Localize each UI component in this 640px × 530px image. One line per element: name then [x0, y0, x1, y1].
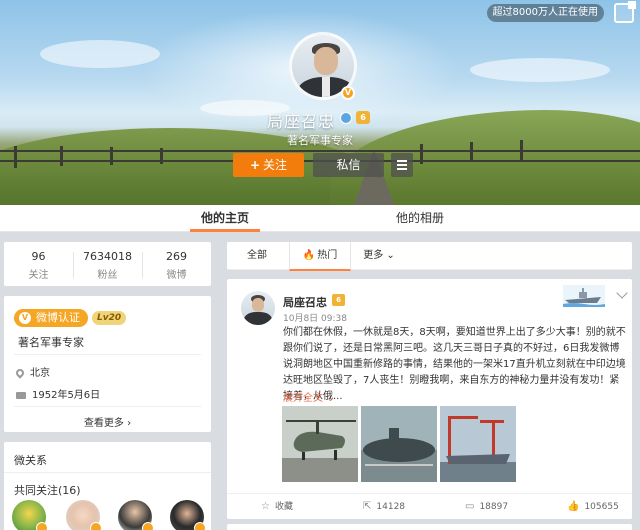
repost-button[interactable]: ⇱ 14128: [363, 494, 405, 520]
chevron-down-icon: ⌄: [386, 250, 395, 261]
message-button[interactable]: 私信: [313, 153, 384, 177]
repost-icon: ⇱: [363, 501, 372, 512]
cover-cloud: [40, 40, 160, 68]
post-timestamp[interactable]: 10月8日 09:38: [283, 311, 347, 324]
cover-fence-post: [110, 147, 113, 165]
next-post-card: [227, 524, 632, 530]
tab-album[interactable]: 他的相册: [385, 205, 455, 232]
post-image-helicopter[interactable]: [282, 406, 358, 482]
follow-button[interactable]: + 关注: [233, 153, 304, 177]
verified-v-icon: [90, 522, 102, 530]
profile-description: 著名军事专家: [287, 134, 353, 147]
cover-fence-post: [60, 146, 63, 166]
post-actions-bar: ☆ 收藏 ⇱ 14128 ▭ 18897 👍 105655: [227, 493, 632, 519]
feed-tabs: 全部 🔥 热门 更多 ⌄: [227, 242, 632, 271]
birthday-cake-icon: [16, 392, 26, 399]
feed-tab-hot[interactable]: 🔥 热门: [289, 242, 351, 271]
verified-title: 著名军事专家: [18, 336, 84, 349]
feed-tab-more[interactable]: 更多 ⌄: [359, 242, 399, 270]
verified-v-icon: [36, 522, 48, 530]
mutual-following-title[interactable]: 共同关注(16): [14, 482, 81, 498]
post-card: 局座召忠 6 10月8日 09:38 你们都在休假，一休就是8天，8天啊，要知道…: [227, 279, 632, 519]
tab-home[interactable]: 他的主页: [190, 205, 260, 232]
post-author-avatar[interactable]: [241, 291, 275, 325]
cover-fence-post: [160, 148, 163, 164]
post-author-name[interactable]: 局座召忠: [283, 294, 327, 310]
level-badge[interactable]: Lv20: [92, 311, 127, 325]
plus-icon: +: [249, 158, 261, 172]
info-card: 微博认证 Lv20 著名军事专家 北京 1952年5月6日 查看更多 ›: [4, 296, 211, 432]
star-icon: ☆: [261, 501, 270, 512]
profile-tabbar: 他的主页 他的相册: [0, 205, 640, 232]
cover-fence-post: [520, 140, 523, 160]
cover-cloud: [470, 58, 610, 82]
stats-card: 96 关注 7634018 粉丝 269 微博: [4, 242, 211, 286]
post-image-shipyard[interactable]: [440, 406, 516, 482]
verified-v-icon: [142, 522, 154, 530]
fire-icon: 🔥: [302, 250, 316, 261]
birthday-row: 1952年5月6日: [16, 386, 100, 401]
like-button[interactable]: 👍 105655: [567, 494, 619, 520]
verified-v-icon: [194, 522, 206, 530]
verified-v-icon: V: [341, 86, 355, 100]
expand-full-text-link[interactable]: 展开全文 ⌄: [283, 389, 335, 404]
warship-card-decoration-icon: [563, 285, 605, 307]
comment-icon: ▭: [465, 501, 475, 512]
weibo-verified-badge[interactable]: 微博认证: [14, 309, 88, 327]
feed-tab-all[interactable]: 全部: [237, 242, 277, 270]
comment-button[interactable]: ▭ 18897: [465, 494, 508, 520]
post-text: 你们都在休假，一休就是8天，8天啊，要知道世界上出了多少大事！别的就不跟你们说了…: [283, 327, 626, 402]
view-more-link[interactable]: 查看更多 ›: [4, 414, 211, 429]
stat-posts[interactable]: 269 微博: [142, 250, 211, 281]
member-level-icon: 6: [332, 294, 345, 306]
hamburger-icon: [391, 153, 413, 170]
stat-followers[interactable]: 7634018 粉丝: [73, 250, 142, 281]
post-image-submarine[interactable]: [361, 406, 437, 482]
location-row: 北京: [14, 364, 50, 379]
user-count-banner: 超过8000万人正在使用: [486, 4, 604, 22]
stat-following[interactable]: 96 关注: [4, 250, 73, 281]
cover-fence: [0, 150, 640, 152]
verified-blue-icon: [340, 112, 352, 124]
thumbs-up-icon: 👍: [567, 501, 580, 512]
chevron-down-icon: ⌄: [326, 393, 335, 404]
relations-title: 微关系: [14, 454, 47, 467]
cover-fence-post: [14, 146, 17, 168]
member-level-icon: 6: [356, 111, 370, 124]
favorite-button[interactable]: ☆ 收藏: [261, 494, 293, 520]
relations-card: 微关系 共同关注(16): [4, 442, 211, 530]
cover-fence-post: [420, 144, 423, 164]
expand-icon[interactable]: [614, 1, 636, 23]
post-options-chevron-icon[interactable]: [616, 287, 628, 299]
location-pin-icon: [14, 367, 26, 379]
more-menu-button[interactable]: [391, 153, 413, 177]
cover-fence-post: [470, 142, 473, 162]
profile-name: 局座召忠: [266, 112, 335, 131]
